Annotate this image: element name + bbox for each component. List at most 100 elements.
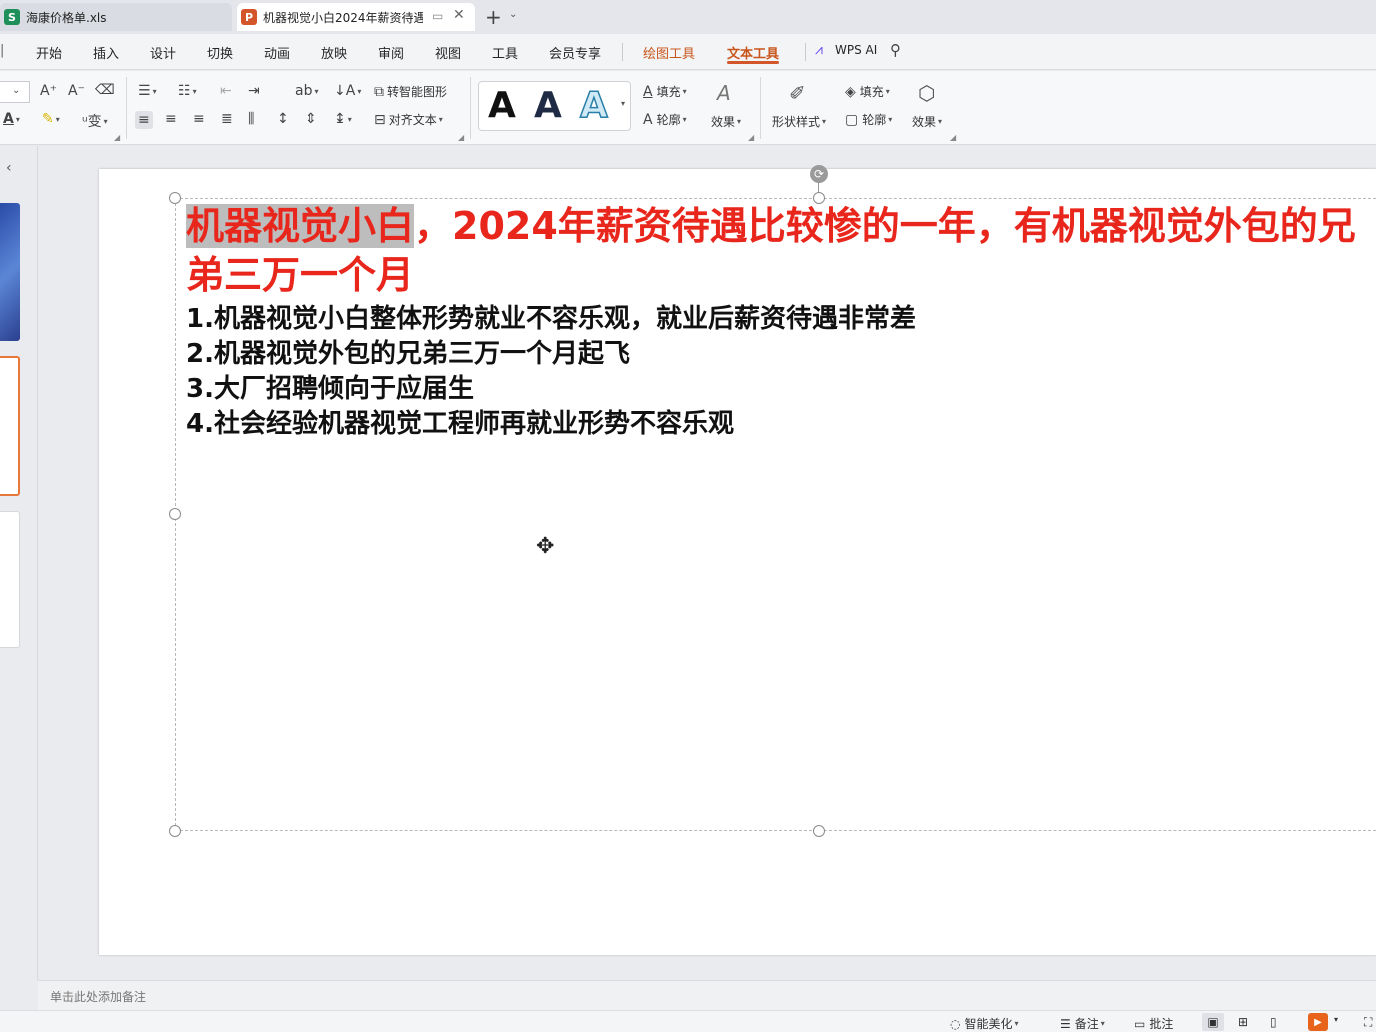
selected-text[interactable]: 机器视觉小白 — [186, 204, 415, 248]
tab-bar: S 海康价格单.xls P 机器视觉小白2024年薪资待遇 ▭ ✕ + ⌄ — [0, 0, 1376, 34]
slide-sorter-icon[interactable]: ⊞ — [1238, 1015, 1248, 1029]
align-left-button[interactable]: ≡ — [135, 111, 153, 129]
bullet-list-button[interactable]: ☰ ▾ — [138, 83, 157, 99]
menu-item-drawing-tools[interactable]: 绘图工具 — [643, 43, 695, 62]
align-right-button[interactable]: ≡ — [193, 111, 205, 127]
font-size-select[interactable]: ⌄ — [0, 81, 30, 103]
resize-handle-bottom-left[interactable] — [169, 825, 181, 837]
line-spacing-icon: ↕ — [277, 111, 289, 127]
tab-xls-file[interactable]: S 海康价格单.xls — [0, 3, 232, 31]
distribute-icon: ⫼ — [248, 111, 255, 127]
bullet-item[interactable]: 2.机器视觉外包的兄弟三万一个月起飞 — [186, 337, 630, 371]
char-spacing-icon: ab — [295, 83, 313, 99]
distribute-button[interactable]: ⫼ — [248, 111, 254, 127]
close-icon[interactable]: ✕ — [453, 7, 465, 23]
justify-icon: ≣ — [221, 111, 233, 127]
reading-view-icon[interactable]: ▯ — [1270, 1015, 1277, 1029]
menu-item-animation[interactable]: 动画 — [264, 43, 290, 62]
resize-handle-left[interactable] — [169, 508, 181, 520]
comment-button[interactable]: ▭ 批注 — [1134, 1015, 1173, 1032]
dialog-launcher-icon[interactable]: ◢ — [458, 133, 464, 142]
text-effect-button[interactable]: 效果 ▾ — [711, 113, 741, 130]
increase-indent-button[interactable]: ⇥ — [248, 83, 260, 99]
menu-item-tools[interactable]: 工具 — [492, 43, 518, 62]
menu-item-insert[interactable]: 插入 — [93, 43, 119, 62]
notes-area[interactable]: 单击此处添加备注 — [38, 980, 1376, 1010]
shape-outline-button[interactable]: ▢ 轮廓 ▾ — [845, 111, 892, 128]
search-icon[interactable]: ⚲ — [890, 41, 901, 59]
text-style-navy[interactable]: A — [534, 85, 562, 126]
resize-handle-bottom[interactable] — [813, 825, 825, 837]
text-outline-icon: A — [643, 111, 653, 128]
menu-item-design[interactable]: 设计 — [150, 43, 176, 62]
wps-ai-button[interactable]: WPS AI — [835, 43, 877, 57]
align-text-button[interactable]: ⊟ 对齐文本 ▾ — [374, 111, 443, 128]
line-spacing-button[interactable]: ↕ — [277, 111, 289, 127]
phonetic-button[interactable]: ᵘ变 ▾ — [82, 111, 108, 131]
increase-font-button[interactable]: A⁺ — [40, 83, 57, 99]
slide-title-line2[interactable]: 弟三万一个月 — [186, 251, 414, 299]
chevron-down-icon[interactable]: ▾ — [1334, 1015, 1338, 1024]
slide-thumbnail-1[interactable] — [0, 203, 20, 341]
bullet-item[interactable]: 4.社会经验机器视觉工程师再就业形势不容乐观 — [186, 407, 734, 441]
resize-handle-top-left[interactable] — [169, 192, 181, 204]
bullet-item[interactable]: 3.大厂招聘倾向于应届生 — [186, 372, 474, 406]
dialog-launcher-icon[interactable]: ◢ — [114, 133, 120, 142]
dialog-launcher-icon[interactable]: ◢ — [950, 133, 956, 142]
paragraph-spacing-button[interactable]: ⇕ — [305, 111, 317, 127]
columns-button[interactable]: ↨ ▾ — [334, 111, 352, 127]
font-shrink-icon: A⁻ — [68, 83, 85, 99]
text-outline-button[interactable]: A 轮廓 ▾ — [643, 111, 687, 128]
decrease-indent-button[interactable]: ⇤ — [220, 83, 232, 99]
text-style-black[interactable]: A — [488, 85, 516, 126]
char-spacing-button[interactable]: ab ▾ — [295, 83, 318, 99]
menu-item-member[interactable]: 会员专享 — [549, 43, 601, 62]
play-slideshow-icon[interactable]: ▶ — [1308, 1013, 1328, 1031]
slide-title[interactable]: 机器视觉小白，2024年薪资待遇比较惨的一年，有机器视觉外包的兄 — [186, 202, 1376, 250]
slide-thumbnail-3[interactable] — [0, 511, 20, 648]
highlight-button[interactable]: ✎ ▾ — [42, 111, 60, 127]
text-direction-button[interactable]: ↓A ▾ — [334, 83, 361, 99]
bullet-item[interactable]: 1.机器视觉小白整体形势就业不容乐观，就业后薪资待遇非常差 — [186, 302, 916, 336]
menu-item-review[interactable]: 审阅 — [378, 43, 404, 62]
new-tab-icon[interactable]: + — [485, 5, 502, 29]
menu-item-transition[interactable]: 切换 — [207, 43, 233, 62]
notes-placeholder[interactable]: 单击此处添加备注 — [50, 988, 146, 1005]
numbered-list-icon: ☷ — [178, 83, 191, 99]
numbered-list-button[interactable]: ☷ ▾ — [178, 83, 197, 99]
smart-beautify-button[interactable]: ◌ 智能美化 ▾ — [950, 1015, 1019, 1032]
font-color-button[interactable]: A ▾ — [3, 111, 20, 127]
align-center-button[interactable]: ≡ — [165, 111, 177, 127]
normal-view-icon[interactable]: ▣ — [1202, 1013, 1224, 1031]
menu-item-view[interactable]: 视图 — [435, 43, 461, 62]
rotate-handle-icon[interactable]: ⟳ — [810, 165, 828, 183]
title-text[interactable]: ，2024年薪资待遇比较惨的一年，有机器视觉外包的兄 — [414, 204, 1356, 248]
collapse-pane-icon[interactable]: ‹ — [6, 160, 12, 176]
tab-ppt-file[interactable]: P 机器视觉小白2024年薪资待遇 ▭ ✕ — [237, 3, 475, 31]
text-fill-button[interactable]: A 填充 ▾ — [643, 83, 687, 100]
monitor-icon[interactable]: ▭ — [432, 9, 443, 23]
menu-item-text-tools[interactable]: 文本工具 — [727, 43, 779, 62]
notes-toggle-button[interactable]: ☰ 备注 ▾ — [1060, 1015, 1105, 1032]
shape-style-button[interactable]: 形状样式 ▾ — [772, 113, 826, 130]
notes-icon: ☰ — [1060, 1016, 1071, 1031]
dialog-launcher-icon[interactable]: ◢ — [748, 133, 754, 142]
comment-icon: ▭ — [1134, 1016, 1146, 1031]
bullet-list-icon: ☰ — [138, 83, 151, 99]
fit-window-icon[interactable]: ⛶ — [1364, 1015, 1372, 1030]
align-text-icon: ⊟ — [374, 111, 386, 128]
decrease-font-button[interactable]: A⁻ — [68, 83, 85, 99]
smart-shape-button[interactable]: ⧉ 转智能图形 — [374, 83, 447, 100]
justify-button[interactable]: ≣ — [221, 111, 233, 127]
chevron-down-icon[interactable]: ⌄ — [509, 9, 517, 20]
slide-thumbnail-2[interactable] — [0, 356, 20, 496]
shape-effect-button[interactable]: 效果 ▾ — [912, 113, 942, 130]
gallery-more-icon[interactable]: ▾ — [621, 99, 625, 108]
shape-style-icon: ✐ — [789, 81, 806, 105]
clear-format-button[interactable]: ⌫ — [95, 82, 115, 98]
menu-item-slideshow[interactable]: 放映 — [321, 43, 347, 62]
shape-fill-button[interactable]: ◈ 填充 ▾ — [845, 83, 890, 100]
text-style-outline[interactable]: A — [579, 84, 608, 127]
menu-item-home[interactable]: 开始 — [36, 43, 62, 62]
menu-left-icon[interactable]: | — [0, 43, 4, 58]
